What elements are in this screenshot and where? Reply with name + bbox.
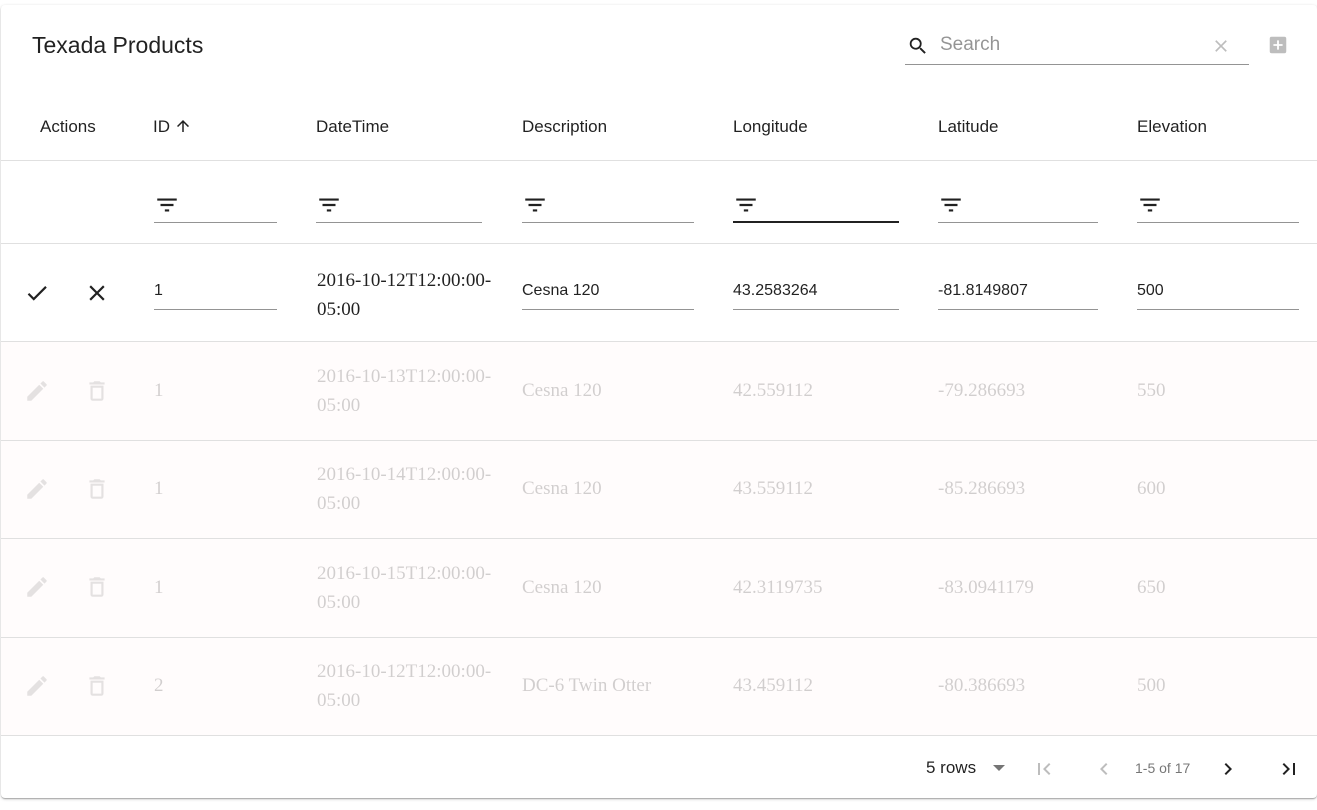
edit-icon[interactable] xyxy=(24,378,50,404)
delete-icon[interactable] xyxy=(84,476,110,502)
delete-icon[interactable] xyxy=(84,378,110,404)
cell-elevation: 550 xyxy=(1137,380,1166,401)
cell-id: 1 xyxy=(154,577,164,598)
elevation-field[interactable] xyxy=(1137,280,1299,310)
toolbar: Texada Products xyxy=(1,5,1317,85)
cell-id: 1 xyxy=(154,380,164,401)
cell-datetime: 2016-10-12T12:00:00-05:00 xyxy=(317,661,492,711)
column-header-actions: Actions xyxy=(40,117,96,136)
first-page-icon[interactable] xyxy=(1032,757,1056,781)
clear-search-icon[interactable] xyxy=(1211,36,1231,56)
elevation-input[interactable] xyxy=(1137,280,1299,300)
filter-icon xyxy=(736,198,756,212)
cell-latitude: -85.286693 xyxy=(938,478,1026,499)
cell-id: 2 xyxy=(154,675,164,696)
cell-datetime: 2016-10-15T12:00:00-05:00 xyxy=(317,563,492,613)
table-row: 1 2016-10-13T12:00:00-05:00 Cesna 120 42… xyxy=(1,342,1317,441)
filter-latitude[interactable] xyxy=(938,186,1098,223)
rows-per-page-select[interactable]: 5 rows xyxy=(926,758,976,778)
cell-elevation: 650 xyxy=(1137,577,1166,598)
cell-latitude: -79.286693 xyxy=(938,380,1026,401)
column-header-elevation[interactable]: Elevation xyxy=(1137,117,1207,137)
search-field[interactable] xyxy=(905,27,1249,65)
filter-icon xyxy=(525,198,545,212)
cell-longitude: 43.459112 xyxy=(733,675,814,696)
table-row: 2 2016-10-12T12:00:00-05:00 DC-6 Twin Ot… xyxy=(1,638,1317,736)
add-icon[interactable] xyxy=(1267,34,1289,56)
cell-longitude: 42.3119735 xyxy=(733,577,823,598)
column-header-id[interactable]: ID xyxy=(153,117,192,137)
latitude-field[interactable] xyxy=(938,280,1098,310)
cell-description: Cesna 120 xyxy=(522,380,602,401)
cell-description: Cesna 120 xyxy=(522,478,602,499)
column-header-latitude[interactable]: Latitude xyxy=(938,117,999,137)
pagination: 5 rows 1-5 of 17 xyxy=(1,730,1317,798)
filter-icon xyxy=(1140,198,1160,212)
delete-icon[interactable] xyxy=(84,673,110,699)
cell-elevation: 500 xyxy=(1137,675,1166,696)
edit-icon[interactable] xyxy=(24,476,50,502)
id-input[interactable] xyxy=(154,280,277,300)
id-field[interactable] xyxy=(154,280,277,310)
cell-longitude: 42.559112 xyxy=(733,380,814,401)
table-panel: Texada Products Actions ID DateTime Desc… xyxy=(1,5,1317,798)
cell-latitude: -80.386693 xyxy=(938,675,1026,696)
search-input[interactable] xyxy=(940,31,1205,59)
filter-icon xyxy=(157,198,177,212)
column-header-id-label: ID xyxy=(153,117,170,136)
table-row: 1 2016-10-15T12:00:00-05:00 Cesna 120 42… xyxy=(1,539,1317,638)
column-header-description[interactable]: Description xyxy=(522,117,607,137)
search-icon xyxy=(909,37,926,54)
edit-icon[interactable] xyxy=(24,673,50,699)
filter-description[interactable] xyxy=(522,186,694,223)
description-input[interactable] xyxy=(522,280,694,300)
caret-down-icon[interactable] xyxy=(991,763,1007,773)
filter-icon xyxy=(319,198,339,212)
close-icon[interactable] xyxy=(84,280,110,306)
table-row: 1 2016-10-14T12:00:00-05:00 Cesna 120 43… xyxy=(1,441,1317,539)
delete-icon[interactable] xyxy=(84,574,110,600)
chevron-left-icon[interactable] xyxy=(1092,757,1116,781)
last-page-icon[interactable] xyxy=(1277,757,1301,781)
datetime-value: 2016-10-12T12:00:00-05:00 xyxy=(317,270,492,320)
column-header-longitude[interactable]: Longitude xyxy=(733,117,808,137)
cell-elevation: 600 xyxy=(1137,478,1166,499)
cell-description: DC-6 Twin Otter xyxy=(522,675,652,696)
filter-id[interactable] xyxy=(154,186,277,223)
filter-icon xyxy=(941,198,961,212)
page-title: Texada Products xyxy=(32,32,204,58)
check-icon[interactable] xyxy=(24,280,50,306)
table-row-editing: 2016-10-12T12:00:00-05:00 xyxy=(1,244,1317,342)
filter-longitude[interactable] xyxy=(733,186,899,223)
chevron-right-icon[interactable] xyxy=(1216,757,1240,781)
cell-id: 1 xyxy=(154,478,164,499)
filter-row xyxy=(1,162,1317,244)
edit-icon[interactable] xyxy=(24,574,50,600)
latitude-input[interactable] xyxy=(938,280,1098,300)
longitude-field[interactable] xyxy=(733,280,899,310)
cell-datetime: 2016-10-14T12:00:00-05:00 xyxy=(317,464,492,514)
longitude-input[interactable] xyxy=(733,280,899,300)
page-range: 1-5 of 17 xyxy=(1135,760,1191,776)
table-header: Actions ID DateTime Description Longitud… xyxy=(1,85,1317,161)
description-field[interactable] xyxy=(522,280,694,310)
filter-datetime[interactable] xyxy=(316,186,482,223)
sort-ascending-icon[interactable] xyxy=(174,117,192,135)
cell-latitude: -83.0941179 xyxy=(938,577,1034,598)
column-header-datetime[interactable]: DateTime xyxy=(316,117,389,137)
cell-datetime: 2016-10-13T12:00:00-05:00 xyxy=(317,366,492,416)
cell-longitude: 43.559112 xyxy=(733,478,814,499)
filter-elevation[interactable] xyxy=(1137,186,1299,223)
cell-description: Cesna 120 xyxy=(522,577,602,598)
